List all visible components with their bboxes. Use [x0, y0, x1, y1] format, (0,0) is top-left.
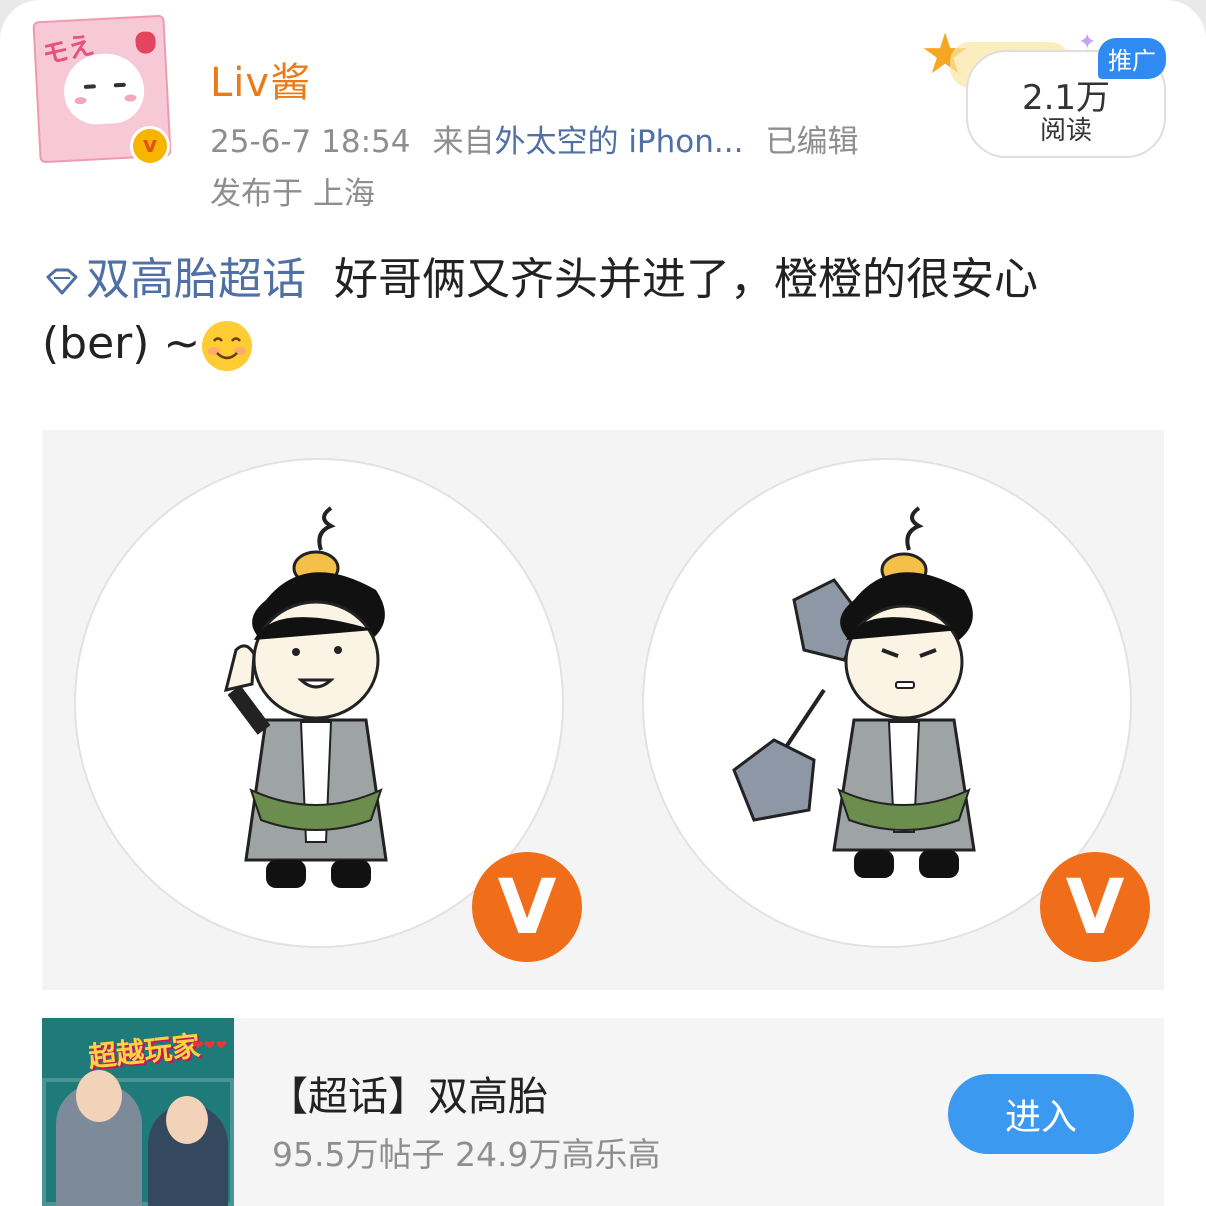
supertopic-card[interactable]: 超越玩家 ❤❤❤ 【超话】双高胎 95.5万帖子 24.9万高乐高 进入	[42, 1018, 1164, 1206]
cartoon-character-hammer-icon	[732, 506, 976, 878]
username[interactable]: Liv酱	[210, 50, 311, 108]
post-body: 双高胎超话 好哥俩又齐头并进了，橙橙的很安心 (ber) ~	[42, 248, 1142, 376]
avatar[interactable]: モえ v	[32, 14, 172, 166]
smiling-face-emoji	[202, 321, 253, 371]
post-text-line1: 好哥俩又齐头并进了，橙橙的很安心	[333, 254, 1038, 305]
supertopic-name: 【超话】双高胎	[268, 1074, 548, 1120]
read-count-widget[interactable]: ★ ✦ 2.1万 阅读 推广	[920, 22, 1170, 158]
promoted-badge: 推广	[1098, 38, 1166, 79]
thumbnail-title: 超越玩家	[86, 1029, 202, 1074]
verified-v-badge: V	[1040, 852, 1150, 962]
cartoon-thumbs-up: V	[74, 458, 582, 962]
window-corner	[1126, 0, 1206, 80]
heart-icon: ❤❤❤	[192, 1038, 228, 1054]
source-prefix: 来自	[432, 124, 495, 160]
verified-v-icon: v	[130, 126, 170, 166]
supertopic-stats: 95.5万帖子 24.9万高乐高	[272, 1135, 661, 1174]
topic-label: 双高胎超话	[86, 254, 306, 305]
enter-button[interactable]: 进入	[948, 1074, 1134, 1154]
post-meta: 25-6-7 18:54 来自外太空的 iPhon... 已编辑	[210, 116, 858, 161]
post-image[interactable]: V V	[42, 430, 1164, 990]
topic-link[interactable]: 双高胎超话	[42, 254, 306, 305]
supertopic-thumbnail: 超越玩家 ❤❤❤	[42, 1018, 234, 1206]
edited-label[interactable]: 已编辑	[765, 124, 858, 160]
post-text-line2: (ber) ~	[42, 318, 201, 369]
cartoon-hammer: V	[642, 458, 1150, 962]
read-count-label: 阅读	[1039, 116, 1092, 146]
cartoon-character-thumbs-up-icon	[223, 506, 388, 888]
verified-v-badge: V	[472, 852, 582, 962]
timestamp: 25-6-7 18:54	[210, 124, 411, 160]
read-count: 2.1万	[1021, 78, 1111, 118]
post-location: 发布于 上海	[210, 176, 375, 212]
diamond-icon	[46, 268, 78, 295]
source-link[interactable]: 外太空的 iPhon...	[494, 124, 743, 160]
